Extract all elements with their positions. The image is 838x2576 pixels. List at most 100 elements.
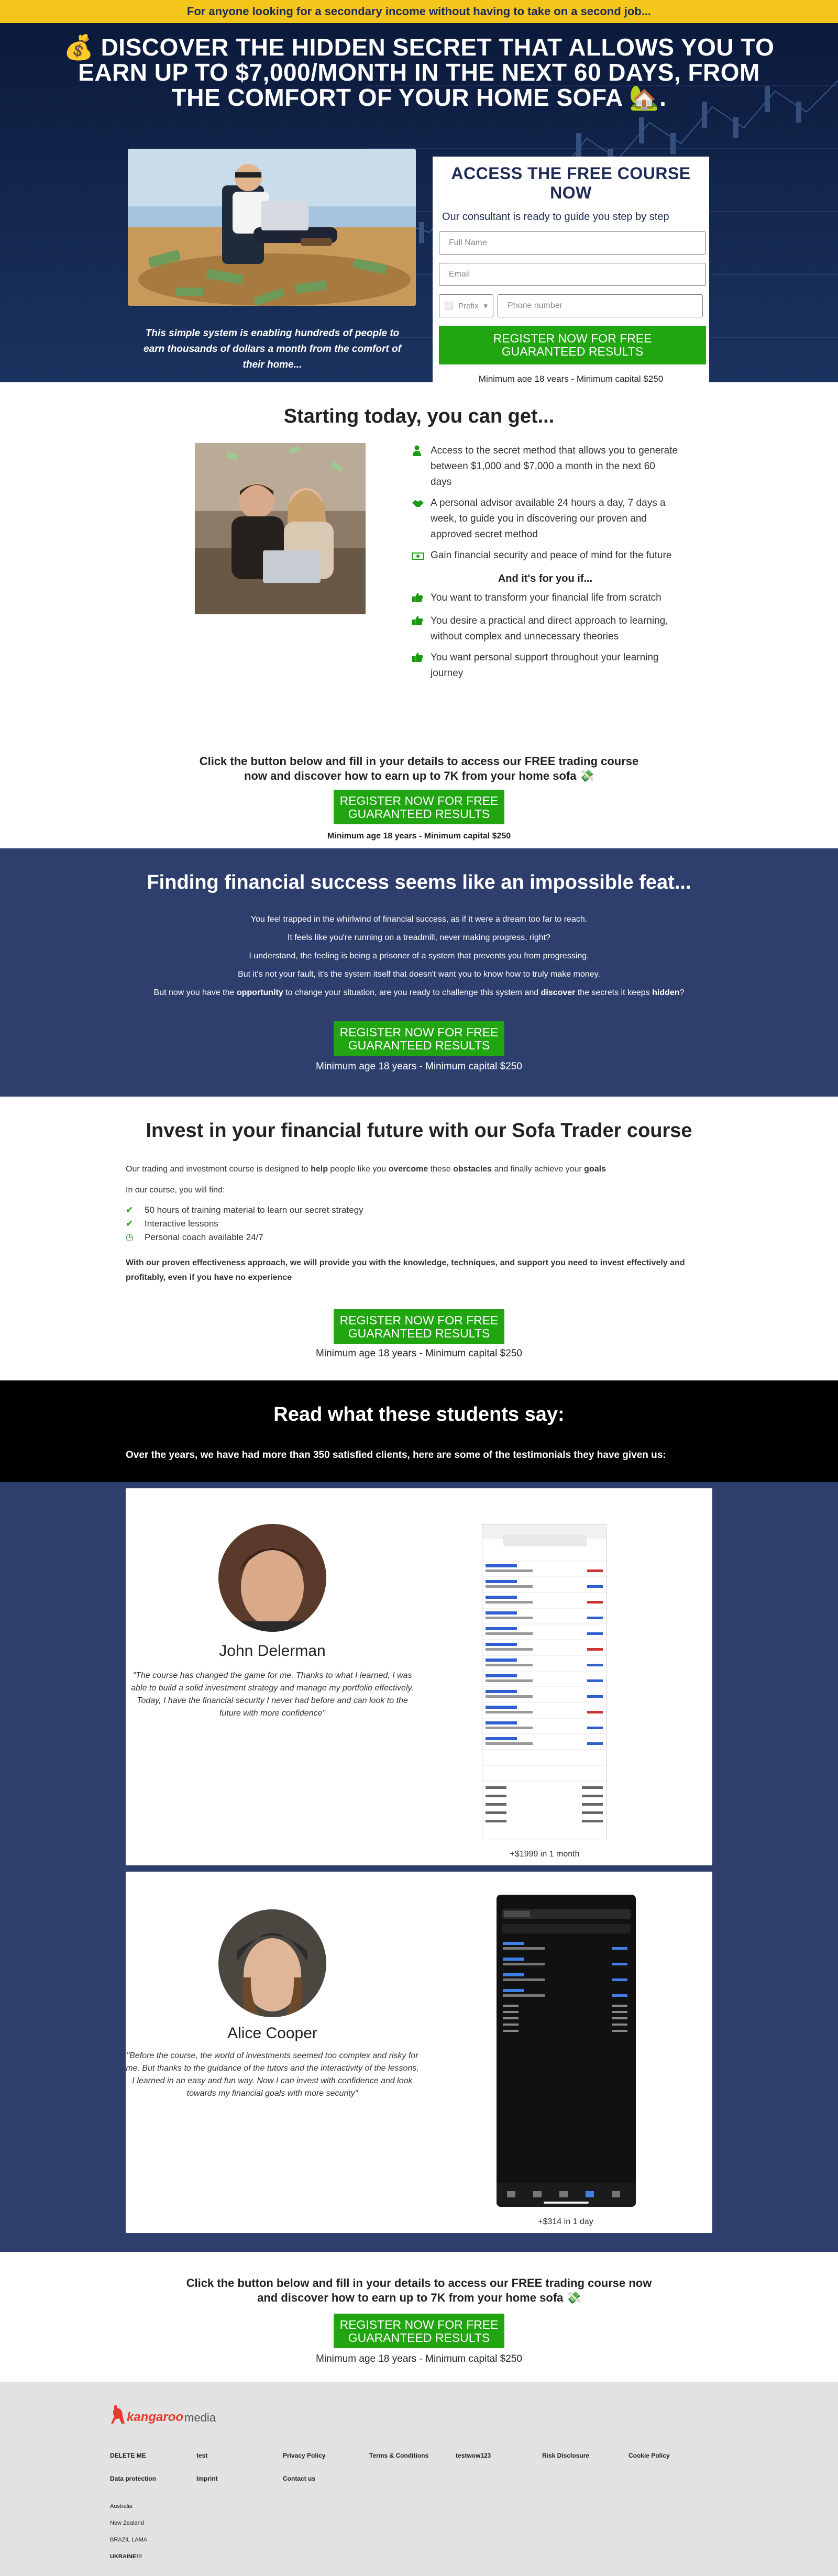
landing-page: For anyone looking for a secondary incom… bbox=[0, 0, 838, 2576]
register-button[interactable]: REGISTER NOW FOR FREE GUARANTEED RESULTS bbox=[334, 2314, 504, 2348]
text-run-bold: hidden bbox=[652, 988, 680, 997]
footer-link-cookie-policy[interactable]: Cookie Policy bbox=[629, 2452, 715, 2459]
country-item[interactable]: BRAZIL LAMA bbox=[110, 2531, 147, 2548]
avatar bbox=[218, 1524, 326, 1632]
benefit-text: A personal advisor available 24 hours a … bbox=[431, 497, 666, 540]
footer-link-delete-me[interactable]: DELETE ME bbox=[110, 2452, 196, 2459]
register-button[interactable]: REGISTER NOW FOR FREE GUARANTEED RESULTS bbox=[334, 1309, 504, 1344]
announcement-text: For anyone looking for a secondary incom… bbox=[186, 5, 652, 18]
struggle-line: But it's not your fault, it's the system… bbox=[238, 970, 600, 979]
register-button-line-1: REGISTER NOW FOR FREE bbox=[339, 2318, 499, 2331]
handshake-icon bbox=[412, 495, 424, 543]
benefits-list: Access to the secret method that allows … bbox=[412, 443, 679, 687]
footer-link-data-protection[interactable]: Data protection bbox=[110, 2475, 196, 2482]
course-closing: With our proven effectiveness approach, … bbox=[126, 1258, 685, 1282]
footer-link-imprint[interactable]: Imprint bbox=[196, 2475, 283, 2482]
announcement-bar: For anyone looking for a secondary incom… bbox=[0, 0, 838, 23]
full-name-field[interactable]: Full Name bbox=[439, 231, 706, 255]
money-bill-icon bbox=[412, 548, 424, 566]
thumbs-up-icon bbox=[412, 613, 424, 645]
check-icon: ✔ bbox=[126, 1205, 134, 1215]
register-button-line-2: GUARANTEED RESULTS bbox=[348, 1326, 490, 1340]
benefit-item: Gain financial security and peace of min… bbox=[412, 548, 679, 566]
email-field[interactable]: Email bbox=[439, 263, 706, 286]
benefit-text: Gain financial security and peace of min… bbox=[431, 550, 672, 561]
footer-link-terms[interactable]: Terms & Conditions bbox=[369, 2452, 456, 2459]
hero-headline-line-2: EARN UP TO $7,000/MONTH IN THE NEXT 60 D… bbox=[78, 59, 760, 86]
benefits-cta-line-2: now and discover how to earn up to 7K fr… bbox=[244, 769, 594, 782]
testimonials-section: John Delerman "The course has changed th… bbox=[0, 1482, 838, 2252]
for-you-text: You want personal support throughout you… bbox=[431, 652, 659, 679]
course-feature: ✔ 50 hours of training material to learn … bbox=[126, 1203, 712, 1217]
phone-field[interactable]: Phone number bbox=[498, 294, 703, 317]
course-feature: ◷ Personal coach available 24/7 bbox=[126, 1231, 712, 1244]
final-cta-section: Click the button below and fill in your … bbox=[0, 2252, 838, 2382]
hero-headline-line-3: THE COMFORT OF YOUR HOME SOFA 🏡. bbox=[171, 84, 667, 111]
register-button-line-1: REGISTER NOW FOR FREE bbox=[339, 1025, 499, 1039]
text-run: But now you have the bbox=[153, 988, 237, 997]
footer-link-test[interactable]: test bbox=[196, 2452, 283, 2459]
check-icon: ✔ bbox=[126, 1219, 134, 1229]
register-button[interactable]: REGISTER NOW FOR FREE GUARANTEED RESULTS bbox=[334, 790, 504, 824]
country-item[interactable]: Australia bbox=[110, 2498, 147, 2515]
country-list: Australia New Zealand BRAZIL LAMA UKRAIN… bbox=[110, 2498, 147, 2565]
for-you-item: You desire a practical and direct approa… bbox=[412, 613, 679, 645]
text-run-bold: help bbox=[311, 1165, 328, 1174]
footer-link-contact-us[interactable]: Contact us bbox=[283, 2475, 369, 2482]
final-cta-text: Click the button below and fill in your … bbox=[0, 2276, 838, 2305]
footer: kangaroo media DELETE ME test Privacy Po… bbox=[0, 2382, 838, 2576]
register-button-line-2: GUARANTEED RESULTS bbox=[501, 345, 644, 358]
for-you-title: And it's for you if... bbox=[498, 573, 593, 584]
register-button[interactable]: REGISTER NOW FOR FREE GUARANTEED RESULTS bbox=[334, 1021, 504, 1056]
register-button-line-1: REGISTER NOW FOR FREE bbox=[493, 331, 652, 345]
footer-link-testwow123[interactable]: testwow123 bbox=[456, 2452, 542, 2459]
hero-headline-line-1: 💰 DISCOVER THE HIDDEN SECRET THAT ALLOWS… bbox=[63, 34, 775, 61]
form-subtitle: Our consultant is ready to guide you ste… bbox=[442, 211, 669, 223]
course-section: Invest in your financial future with our… bbox=[0, 1097, 838, 1380]
course-feature: ✔ Interactive lessons bbox=[126, 1217, 712, 1231]
hero-section: 💰 DISCOVER THE HIDDEN SECRET THAT ALLOWS… bbox=[0, 23, 838, 382]
footer-link-risk-disclosure[interactable]: Risk Disclosure bbox=[542, 2452, 629, 2459]
trading-history-screenshot bbox=[482, 1524, 607, 1840]
flag-icon bbox=[445, 302, 454, 310]
register-button[interactable]: REGISTER NOW FOR FREE GUARANTEED RESULTS bbox=[439, 326, 706, 364]
benefit-item: A personal advisor available 24 hours a … bbox=[412, 495, 679, 543]
benefits-cta-text: Click the button below and fill in your … bbox=[0, 754, 838, 783]
benefits-cta-line-1: Click the button below and fill in your … bbox=[199, 755, 639, 768]
text-run: ? bbox=[679, 988, 685, 997]
text-run: people like you bbox=[327, 1165, 389, 1174]
requirements-note: Minimum age 18 years - Minimum capital $… bbox=[316, 1348, 522, 1359]
testimonials-title: Read what these students say: bbox=[273, 1403, 565, 1425]
text-run: the secrets it keeps bbox=[575, 988, 653, 997]
result-caption: +$314 in 1 day bbox=[538, 2217, 593, 2226]
phone-prefix-select[interactable]: Prefix ▾ bbox=[439, 294, 493, 317]
benefit-item: Access to the secret method that allows … bbox=[412, 443, 679, 490]
country-item[interactable]: UKRAINE!!! bbox=[110, 2548, 147, 2565]
struggle-line: I understand, the feeling is being a pri… bbox=[249, 952, 589, 960]
requirements-note: Minimum age 18 years - Minimum capital $… bbox=[316, 2353, 522, 2364]
struggle-paragraph: You feel trapped in the whirlwind of fin… bbox=[0, 910, 838, 1002]
country-item[interactable]: New Zealand bbox=[110, 2515, 147, 2531]
testimonial-card: John Delerman "The course has changed th… bbox=[126, 1488, 712, 1865]
logo-text-media: media bbox=[184, 2411, 216, 2424]
registration-form: ACCESS THE FREE COURSE NOW Our consultan… bbox=[433, 157, 709, 382]
person-icon bbox=[412, 443, 424, 490]
testimonials-subtitle: Over the years, we have had more than 35… bbox=[126, 1450, 666, 1461]
for-you-item: You want to transform your financial lif… bbox=[412, 590, 679, 608]
hero-caption: This simple system is enabling hundreds … bbox=[144, 328, 401, 370]
for-you-text: You desire a practical and direct approa… bbox=[431, 615, 668, 642]
struggle-section: Finding financial success seems like an … bbox=[0, 848, 838, 1097]
testimonial-quote: "The course has changed the game for me.… bbox=[131, 1671, 414, 1718]
for-you-item: You want personal support throughout you… bbox=[412, 650, 679, 681]
struggle-title: Finding financial success seems like an … bbox=[147, 871, 691, 893]
benefits-title: Starting today, you can get... bbox=[283, 405, 555, 427]
testimonial-name: John Delerman bbox=[219, 1642, 326, 1660]
footer-link-privacy-policy[interactable]: Privacy Policy bbox=[283, 2452, 369, 2459]
hero-headline: 💰 DISCOVER THE HIDDEN SECRET THAT ALLOWS… bbox=[0, 35, 838, 110]
avatar bbox=[218, 1909, 326, 2017]
register-button-line-2: GUARANTEED RESULTS bbox=[348, 1038, 490, 1052]
testimonials-header: Read what these students say: Over the y… bbox=[0, 1380, 838, 1482]
final-cta-line-1: Click the button below and fill in your … bbox=[186, 2276, 652, 2290]
kangaroo-media-logo[interactable]: kangaroo media bbox=[110, 2404, 216, 2425]
register-button-line-1: REGISTER NOW FOR FREE bbox=[339, 794, 499, 808]
